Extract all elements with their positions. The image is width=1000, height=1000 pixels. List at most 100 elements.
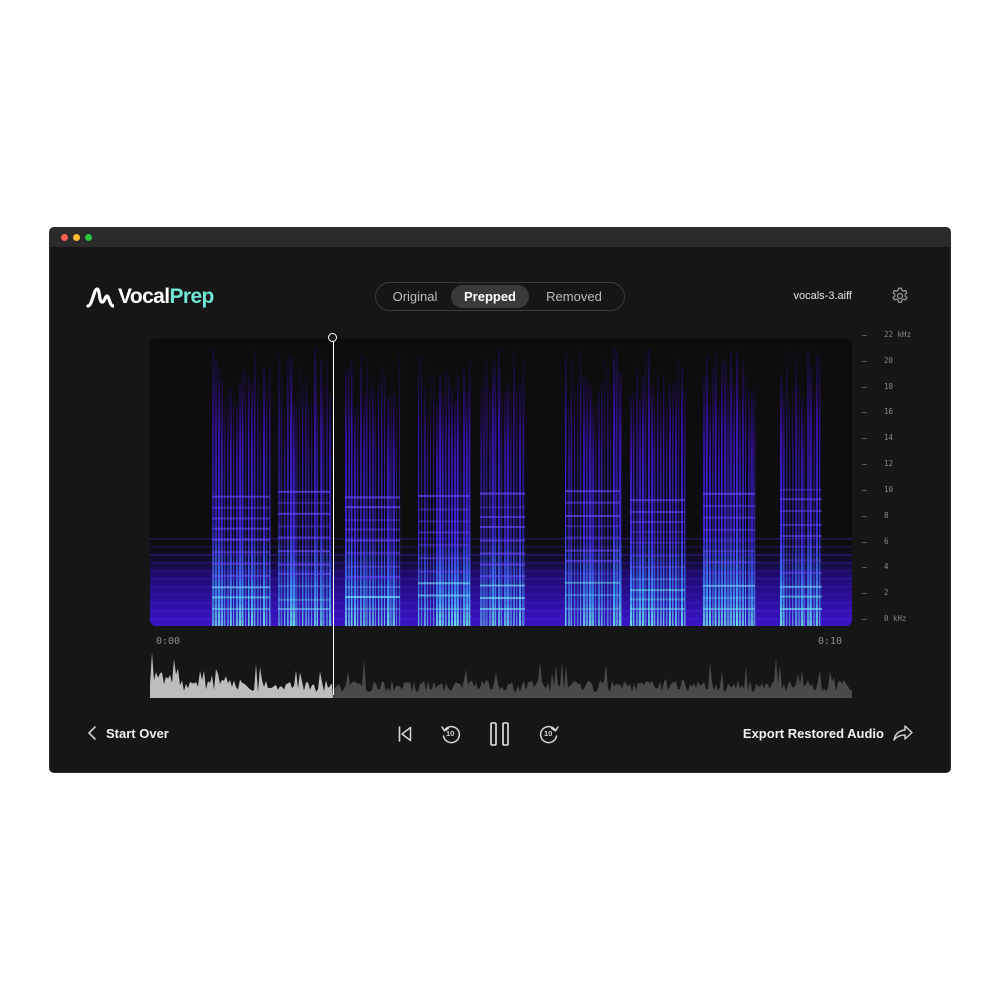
spectrogram-column [795,356,798,626]
spectrogram-column [666,394,668,626]
frequency-tick-mark [862,412,867,414]
start-over-label: Start Over [106,725,169,741]
spectrogram-band [150,594,852,596]
zoom-window-button[interactable] [85,234,92,241]
spectrogram-harmonic [480,539,525,542]
spectrogram-harmonic [345,576,400,579]
share-arrow-icon [893,725,913,741]
playhead-line[interactable] [333,338,334,695]
waveform-overview[interactable] [150,648,852,698]
spectrogram-harmonic [480,596,525,599]
app-window: VocalPrep Original Prepped Removed vocal… [50,228,950,772]
spectrogram-harmonic [780,523,822,526]
spectrogram-column [804,405,806,626]
frequency-tick-mark [862,386,867,388]
view-mode-toggle: Original Prepped Removed [375,282,625,311]
frequency-tick-label: 20 [884,355,894,365]
frequency-tick: 18 [862,382,922,392]
frequency-tick: 14 [862,433,922,443]
spectrogram-harmonic [565,572,620,575]
rewind-10-button[interactable]: 10 [439,722,463,746]
spectrogram-harmonic [212,527,270,530]
tab-prepped[interactable]: Prepped [451,285,529,308]
spectrogram-harmonic [480,506,525,509]
close-window-button[interactable] [61,234,68,241]
spectrogram-column [442,396,445,626]
spectrogram-canvas [150,348,852,626]
spectrogram-harmonic [565,525,620,528]
frequency-tick-mark [862,438,867,440]
frequency-tick: 10 [862,485,922,495]
spectrogram-harmonic [345,595,400,598]
spectrogram-column [613,348,616,626]
forward-10-button[interactable]: 10 [537,722,561,746]
spectrogram-harmonic [345,519,400,522]
frequency-tick-mark [862,360,867,362]
tab-removed[interactable]: Removed [529,285,619,308]
spectrogram-view[interactable] [150,338,852,626]
spectrogram-harmonic [418,608,470,610]
spectrogram-harmonic [212,551,270,554]
spectrogram-column [574,381,576,626]
spectrogram-column [421,358,423,626]
spectrogram-harmonic [703,492,755,495]
spectrogram-column [418,355,420,626]
spectrogram-column [519,385,522,626]
spectrogram-column [384,373,386,626]
spectrogram-column [792,387,794,626]
spectrogram-band [150,578,852,580]
spectrogram-harmonic [418,494,470,497]
spectrogram-harmonic [345,506,400,509]
spectrogram-column [703,377,706,626]
spectrogram-column [577,376,579,626]
spectrogram-column [460,406,462,626]
spectrogram-column [498,348,501,626]
export-restored-audio-button[interactable]: Export Restored Audio [743,723,914,743]
minimize-window-button[interactable] [73,234,80,241]
spectrogram-harmonic [703,550,755,553]
spectrogram-column [739,398,742,626]
spectrogram-column [780,375,783,626]
spectrogram-harmonic [703,539,755,542]
spectrogram-column [454,401,457,626]
spectrogram-column [610,386,612,626]
time-start-label: 0:00 [156,636,181,647]
spectrogram-harmonic [630,566,685,569]
spectrogram-column [363,394,366,626]
spectrogram-column [366,359,368,626]
playhead-handle[interactable] [328,333,337,342]
spectrogram-column [314,348,317,626]
spectrogram-column [393,393,395,626]
skip-to-start-icon[interactable] [397,725,413,743]
start-over-button[interactable]: Start Over [86,723,169,743]
spectrogram-column [501,393,503,626]
tab-original[interactable]: Original [379,285,451,308]
gear-icon[interactable] [890,286,910,306]
spectrogram-column [645,350,647,626]
spectrogram-harmonic [480,563,525,566]
spectrogram-column [212,348,215,626]
spectrogram-column [360,356,362,626]
spectrogram-harmonic [630,598,685,601]
spectrogram-harmonic [703,608,755,610]
spectrogram-column [284,407,286,626]
spectrogram-column [727,382,730,626]
spectrogram-harmonic [418,557,470,560]
export-label: Export Restored Audio [742,725,884,741]
spectrogram-column [516,382,518,626]
spectrogram-column [281,372,283,626]
spectrogram-harmonic [345,608,400,610]
pause-icon[interactable] [488,721,512,747]
spectrogram-harmonic [278,525,330,528]
spectrogram-column [595,396,597,626]
frequency-tick: 22 kHz [862,330,922,340]
spectrogram-harmonic [418,508,470,511]
spectrogram-column [783,386,785,626]
frequency-tick-mark [862,593,867,595]
title-bar [50,228,950,247]
frequency-tick-mark [862,541,867,543]
app-name-part1: Vocal [118,285,170,308]
spectrogram-harmonic [565,549,620,552]
spectrogram-harmonic [212,574,270,577]
spectrogram-band [150,586,852,588]
